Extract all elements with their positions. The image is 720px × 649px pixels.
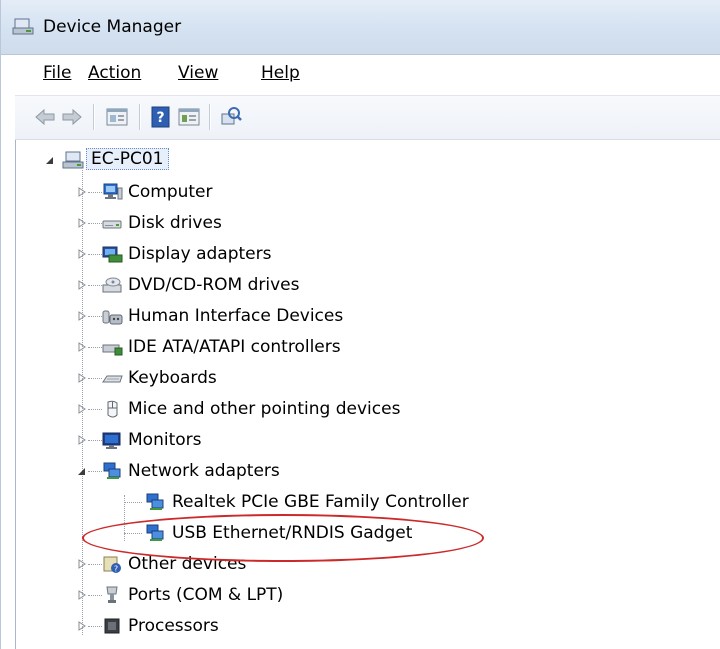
tree-connector [88,595,102,596]
tree-node-label: IDE ATA/ATAPI controllers [128,337,341,357]
tree-node-label: Mice and other pointing devices [128,399,401,419]
tree-connector [88,347,102,348]
tree-connector [124,502,142,503]
processor-icon [104,618,120,634]
tree-connector [88,564,102,565]
back-icon[interactable] [33,105,57,129]
tree-node-monitor[interactable]: Monitors [16,425,476,455]
tree-node-keyboard[interactable]: Keyboards [16,363,476,393]
toolbar: ? [15,96,720,140]
expand-arrow-icon[interactable] [76,372,88,384]
show-hide-console-tree-icon[interactable] [105,105,129,129]
expand-arrow-icon[interactable] [76,434,88,446]
tree-connector [88,409,102,410]
toolbar-separator [139,104,140,130]
mouse-icon [107,400,118,418]
svg-text:?: ? [156,110,164,126]
menu-file-label: File [43,63,72,83]
properties-icon[interactable] [177,105,201,129]
expand-arrow-icon[interactable] [76,403,88,415]
tree-connector [88,440,102,441]
expand-arrow-icon[interactable] [76,558,88,570]
tree-node-label: Ports (COM & LPT) [128,585,284,605]
tree-connector [88,254,102,255]
tree-node-mouse[interactable]: Mice and other pointing devices [16,394,476,424]
tree-node-label: Human Interface Devices [128,306,344,326]
device-tree[interactable]: EC-PC01 Computer Disk drives Display adapt… [15,140,720,649]
display-adapter-icon [102,246,123,263]
expand-arrow-icon[interactable] [76,620,88,632]
toolbar-separator [93,104,94,130]
svg-text:?: ? [114,565,118,574]
ide-controller-icon [102,344,123,356]
forward-icon[interactable] [60,105,84,129]
tree-node-label: Network adapters [128,461,280,481]
tree-connector [88,626,102,627]
computer-root-icon [62,151,84,169]
device-manager-icon [12,18,34,35]
tree-node-label: Realtek PCIe GBE Family Controller [172,492,469,512]
tree-connector [88,471,102,472]
menu-help-label: Help [261,63,300,83]
tree-node-label: Processors [128,616,219,636]
menu-action[interactable]: Action [88,63,141,83]
menu-bar: File Action View Help [15,55,720,96]
menu-action-label: Action [88,63,142,83]
expand-arrow-icon[interactable] [76,217,88,229]
tree-node-computer[interactable]: Computer [16,177,476,207]
expand-arrow-icon[interactable] [76,186,88,198]
scan-hardware-icon[interactable] [219,105,243,129]
disk-drive-icon [102,220,122,229]
tree-connector [88,192,102,193]
expand-arrow-icon[interactable] [76,279,88,291]
tree-node-hid[interactable]: Human Interface Devices [16,301,476,331]
tree-node-label: Computer [128,182,213,202]
menu-view-label: View [178,63,219,83]
tree-connector [88,316,102,317]
network-adapter-icon [103,462,121,479]
tree-node-ide-controller[interactable]: IDE ATA/ATAPI controllers [16,332,476,362]
tree-root-label: EC-PC01 [86,148,169,170]
tree-node-label: DVD/CD-ROM drives [128,275,300,295]
computer-icon [103,183,123,200]
tree-node-network-adapter[interactable]: Network adapters [16,456,476,486]
tree-node-disk-drive[interactable]: Disk drives [16,208,476,238]
network-adapter-icon [146,493,164,510]
tree-node-network-device[interactable]: Realtek PCIe GBE Family Controller [16,487,496,517]
tree-node-dvd-drive[interactable]: DVD/CD-ROM drives [16,270,476,300]
expand-arrow-icon[interactable] [76,310,88,322]
tree-node-label: Keyboards [128,368,217,388]
title-bar[interactable]: Device Manager [1,0,720,55]
tree-connector [88,285,102,286]
window-title: Device Manager [43,17,182,37]
tree-node-label: Display adapters [128,244,272,264]
highlight-ellipse [82,514,484,562]
collapse-arrow-icon[interactable] [44,154,56,166]
monitor-icon [102,432,121,449]
tree-connector [88,378,102,379]
tree-node-label: Disk drives [128,213,222,233]
expand-arrow-icon[interactable] [76,248,88,260]
hid-icon [102,310,123,325]
menu-file[interactable]: File [43,63,71,83]
tree-node-label: Monitors [128,430,202,450]
help-icon[interactable]: ? [149,105,173,129]
toolbar-separator [209,104,210,130]
expand-arrow-icon[interactable] [76,341,88,353]
tree-connector [88,223,102,224]
device-manager-window: Device Manager File Action View Help ? E… [0,0,720,649]
port-icon [106,586,118,603]
menu-view[interactable]: View [178,63,218,83]
tree-node-port[interactable]: Ports (COM & LPT) [16,580,476,610]
tree-root[interactable]: EC-PC01 [16,145,216,175]
other-devices-icon: ? [103,556,121,574]
keyboard-icon [102,375,123,383]
tree-node-processor[interactable]: Processors [16,611,476,641]
expand-arrow-icon[interactable] [76,589,88,601]
menu-help[interactable]: Help [261,63,300,83]
collapse-arrow-icon[interactable] [76,465,88,477]
dvd-drive-icon [102,277,122,293]
tree-node-display-adapter[interactable]: Display adapters [16,239,476,269]
